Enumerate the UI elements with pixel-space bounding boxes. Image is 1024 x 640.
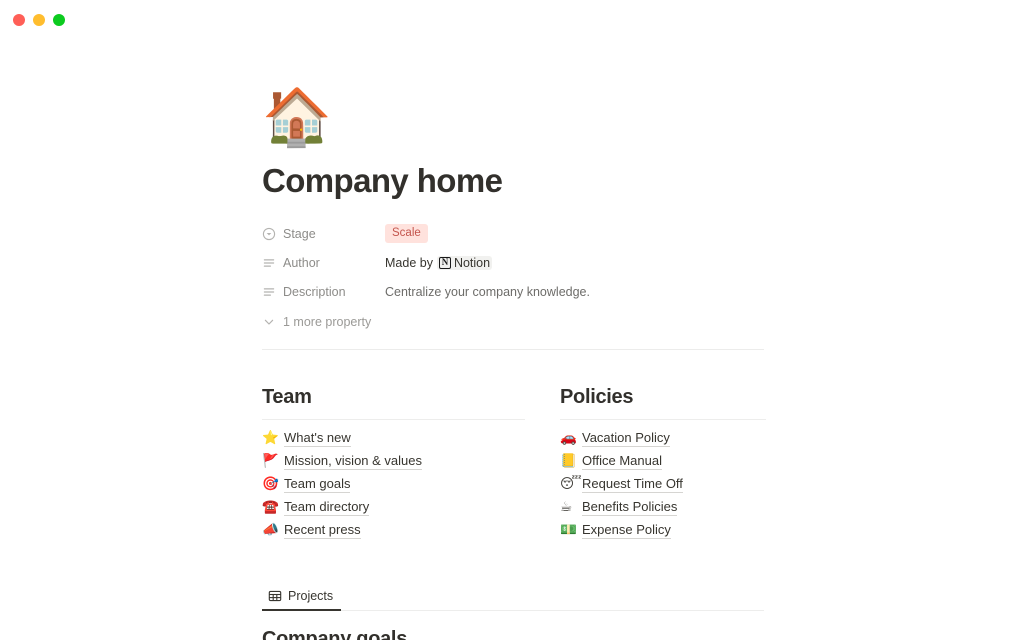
database-tabs: Projects bbox=[262, 585, 764, 611]
dart-emoji: 🎯 bbox=[262, 475, 279, 491]
list-item[interactable]: 🚗 Vacation Policy bbox=[560, 426, 825, 449]
property-label-stage: Stage bbox=[262, 227, 385, 241]
property-value-description: Centralize your company knowledge. bbox=[385, 285, 590, 299]
house-emoji[interactable]: 🏠 bbox=[262, 85, 964, 149]
triangular-flag-emoji: 🚩 bbox=[262, 452, 279, 468]
link-columns: Team ⭐ What's new 🚩 Mission, vision & va… bbox=[262, 386, 766, 541]
tab-projects[interactable]: Projects bbox=[262, 589, 342, 611]
property-name-stage: Stage bbox=[283, 226, 316, 241]
list-item-label: Benefits Policies bbox=[582, 498, 678, 516]
column-policies: Policies 🚗 Vacation Policy 📒 Office Manu… bbox=[560, 386, 825, 541]
close-button[interactable] bbox=[13, 14, 25, 26]
column-title-policies: Policies bbox=[560, 386, 634, 408]
car-emoji: 🚗 bbox=[560, 429, 577, 445]
select-icon bbox=[262, 227, 276, 241]
author-prefix: Made by bbox=[385, 255, 433, 270]
property-value-author: Made by N Notion bbox=[385, 255, 493, 270]
page-properties: Stage Scale Author Made by N Notion Desc… bbox=[262, 219, 964, 350]
list-item-label: Recent press bbox=[284, 521, 361, 539]
more-properties-label: 1 more property bbox=[283, 315, 372, 329]
coffee-emoji: ☕ bbox=[560, 498, 573, 514]
text-icon bbox=[262, 285, 276, 299]
list-item[interactable]: ☕ Benefits Policies bbox=[560, 495, 825, 518]
text-icon bbox=[262, 256, 276, 270]
property-label-description: Description bbox=[262, 285, 385, 299]
mention-name: Notion bbox=[453, 255, 491, 270]
column-rule-team bbox=[262, 419, 525, 420]
banknote-emoji: 💵 bbox=[560, 521, 577, 537]
chevron-down-icon bbox=[262, 315, 276, 329]
list-item[interactable]: 😴 Request Time Off bbox=[560, 472, 825, 495]
list-item-label: Expense Policy bbox=[582, 521, 671, 539]
notion-logo-icon: N bbox=[438, 256, 451, 269]
list-item[interactable]: 📣 Recent press bbox=[262, 518, 527, 541]
description-text: Centralize your company knowledge. bbox=[385, 284, 590, 299]
page-title: Company home bbox=[262, 162, 503, 199]
minimize-button[interactable] bbox=[33, 14, 45, 26]
list-item[interactable]: ⭐ What's new bbox=[262, 426, 527, 449]
list-item[interactable]: 🎯 Team goals bbox=[262, 472, 527, 495]
sleeping-face-emoji: 😴 bbox=[560, 475, 582, 491]
maximize-button[interactable] bbox=[53, 14, 65, 26]
list-item[interactable]: ☎️ Team directory bbox=[262, 495, 527, 518]
more-properties-toggle[interactable]: 1 more property bbox=[262, 308, 964, 336]
column-team: Team ⭐ What's new 🚩 Mission, vision & va… bbox=[262, 386, 527, 541]
megaphone-emoji: 📣 bbox=[262, 521, 279, 537]
window-titlebar bbox=[0, 0, 1024, 40]
list-item[interactable]: 🚩 Mission, vision & values bbox=[262, 449, 527, 472]
property-label-author: Author bbox=[262, 256, 385, 270]
list-item-label: Mission, vision & values bbox=[284, 452, 422, 470]
property-name-author: Author bbox=[283, 255, 320, 270]
column-rule-policies bbox=[560, 419, 766, 420]
property-row-author[interactable]: Author Made by N Notion bbox=[262, 248, 964, 277]
column-title-team: Team bbox=[262, 386, 312, 408]
list-item-label: Team directory bbox=[284, 498, 370, 516]
page-content: 🏠 Company home Stage Scale Author Made b… bbox=[0, 85, 1024, 640]
ledger-emoji: 📒 bbox=[560, 452, 577, 468]
property-row-stage[interactable]: Stage Scale bbox=[262, 219, 964, 248]
property-name-description: Description bbox=[283, 284, 346, 299]
status-badge[interactable]: Scale bbox=[385, 224, 428, 243]
database-section: Projects Company goals Aa Goals bbox=[262, 585, 764, 640]
list-item[interactable]: 📒 Office Manual bbox=[560, 449, 825, 472]
database-title: Company goals bbox=[262, 628, 408, 640]
property-row-description[interactable]: Description Centralize your company know… bbox=[262, 277, 964, 306]
telephone-emoji: ☎️ bbox=[262, 498, 279, 514]
list-item-label: Office Manual bbox=[582, 452, 662, 470]
list-item-label: Vacation Policy bbox=[582, 429, 670, 447]
traffic-lights bbox=[13, 14, 65, 26]
table-icon bbox=[268, 589, 282, 603]
list-item[interactable]: 💵 Expense Policy bbox=[560, 518, 825, 541]
list-item-label: Request Time Off bbox=[582, 475, 683, 493]
properties-divider bbox=[262, 349, 764, 350]
list-item-label: Team goals bbox=[284, 475, 351, 493]
notion-mention[interactable]: N Notion bbox=[436, 255, 493, 270]
star-emoji: ⭐ bbox=[262, 429, 279, 445]
list-item-label: What's new bbox=[284, 429, 351, 447]
tab-label: Projects bbox=[288, 589, 334, 603]
property-value-stage: Scale bbox=[385, 224, 428, 243]
